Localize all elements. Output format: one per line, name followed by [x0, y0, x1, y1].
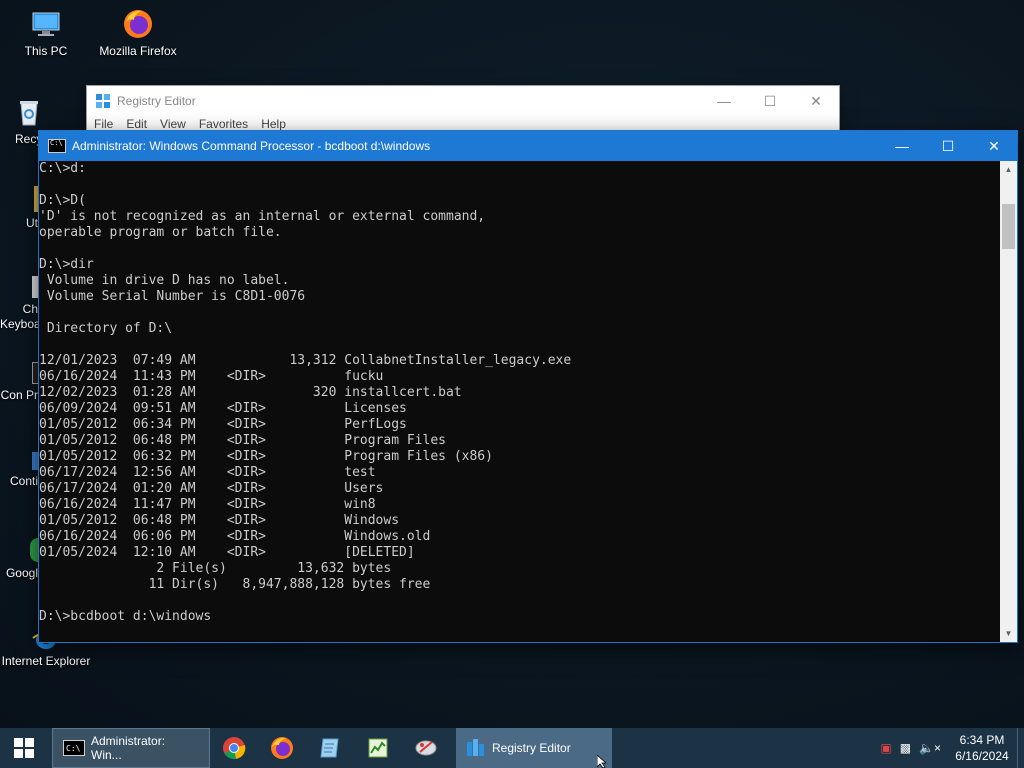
firefox-icon — [271, 737, 293, 759]
taskbar-firefox[interactable] — [258, 728, 306, 768]
cmd-title: Administrator: Windows Command Processor… — [72, 139, 431, 153]
network-icon[interactable]: ▣ — [880, 741, 891, 755]
registry-icon — [467, 739, 484, 756]
volume-muted-icon[interactable]: 🔈× — [919, 741, 941, 755]
scroll-up-arrow-icon[interactable]: ▲ — [1000, 161, 1017, 178]
firefox-icon — [122, 8, 154, 40]
clock[interactable]: 6:34 PM 6/16/2024 — [947, 732, 1017, 764]
menu-favorites[interactable]: Favorites — [199, 117, 248, 131]
menu-view[interactable]: View — [160, 117, 186, 131]
taskbar-cmd-button[interactable]: C:\ Administrator: Win... — [52, 728, 210, 768]
registry-minimize-button[interactable]: — — [701, 86, 747, 116]
computer-icon — [30, 8, 62, 40]
taskbar-registry-label: Registry Editor — [492, 741, 571, 755]
system-tray: ▣ ▩ 🔈× 6:34 PM 6/16/2024 — [880, 728, 1024, 768]
task-manager-icon — [368, 738, 388, 758]
mouse-cursor-icon — [597, 755, 608, 768]
taskbar: C:\ Administrator: Win... Registry Edito… — [0, 728, 1024, 768]
desktop-icon-control-prompt[interactable]: Con Pr — [0, 362, 40, 403]
cmd-maximize-button[interactable]: ☐ — [925, 131, 971, 161]
show-desktop-button[interactable] — [1017, 728, 1024, 768]
desktop: This PC Mozilla Firefox Recy Ut Ch Keybo… — [0, 0, 1024, 728]
minimize-icon: — — [895, 138, 909, 154]
maximize-icon: ☐ — [941, 137, 955, 154]
taskbar-notepad[interactable] — [306, 728, 354, 768]
maximize-icon: ☐ — [763, 92, 777, 109]
registry-title: Registry Editor — [117, 94, 196, 108]
clock-date: 6/16/2024 — [955, 749, 1009, 763]
cmd-icon — [48, 139, 66, 153]
cmd-close-button[interactable]: ✕ — [971, 131, 1017, 161]
snipping-tool-icon — [415, 740, 437, 756]
desktop-icon-utility[interactable]: Ut — [0, 186, 38, 231]
registry-icon — [96, 94, 110, 108]
desktop-icon-this-pc[interactable]: This PC — [0, 8, 92, 59]
recycle-bin-icon — [13, 96, 45, 128]
close-icon: ✕ — [988, 137, 1000, 154]
close-icon: ✕ — [810, 92, 822, 109]
notepad-icon — [320, 738, 339, 758]
registry-close-button[interactable]: ✕ — [793, 86, 839, 116]
chrome-icon — [30, 538, 38, 562]
taskbar-task-manager[interactable] — [354, 728, 402, 768]
clock-time: 6:34 PM — [959, 733, 1005, 747]
command-prompt-window[interactable]: Administrator: Windows Command Processor… — [38, 130, 1018, 643]
display-icon[interactable]: ▩ — [900, 741, 911, 755]
cmd-title-bar[interactable]: Administrator: Windows Command Processor… — [39, 131, 1017, 161]
desktop-icon-control[interactable]: Conti — [0, 452, 38, 489]
desktop-icon-google-chrome[interactable]: Googl — [0, 538, 38, 581]
console-scrollbar[interactable]: ▲ ▼ — [1000, 161, 1017, 642]
cmd-minimize-button[interactable]: — — [879, 131, 925, 161]
taskbar-chrome[interactable] — [210, 728, 258, 768]
minimize-icon: — — [717, 93, 731, 109]
menu-file[interactable]: File — [94, 117, 113, 131]
start-button[interactable] — [0, 728, 48, 768]
chrome-icon — [223, 737, 246, 760]
scrollbar-thumb[interactable] — [1002, 204, 1015, 249]
windows-logo-icon — [14, 738, 34, 758]
cmd-icon: C:\ — [63, 740, 85, 756]
taskbar-snipping-tool[interactable] — [402, 728, 450, 768]
console-output[interactable]: C:\>d: D:\>D( 'D' is not recognized as a… — [39, 161, 999, 642]
menu-edit[interactable]: Edit — [126, 117, 147, 131]
scroll-down-arrow-icon[interactable]: ▼ — [1000, 625, 1017, 642]
menu-help[interactable]: Help — [261, 117, 286, 131]
desktop-icon-keyboard[interactable]: Ch Keyboa — [0, 276, 41, 332]
taskbar-registry-editor-button[interactable]: Registry Editor — [456, 728, 612, 768]
registry-maximize-button[interactable]: ☐ — [747, 86, 793, 116]
taskbar-cmd-label: Administrator: Win... — [91, 734, 166, 762]
desktop-icon-firefox[interactable]: Mozilla Firefox — [92, 8, 184, 59]
console-text: C:\>d: D:\>D( 'D' is not recognized as a… — [39, 161, 572, 624]
svg-text:C:\: C:\ — [66, 744, 81, 753]
